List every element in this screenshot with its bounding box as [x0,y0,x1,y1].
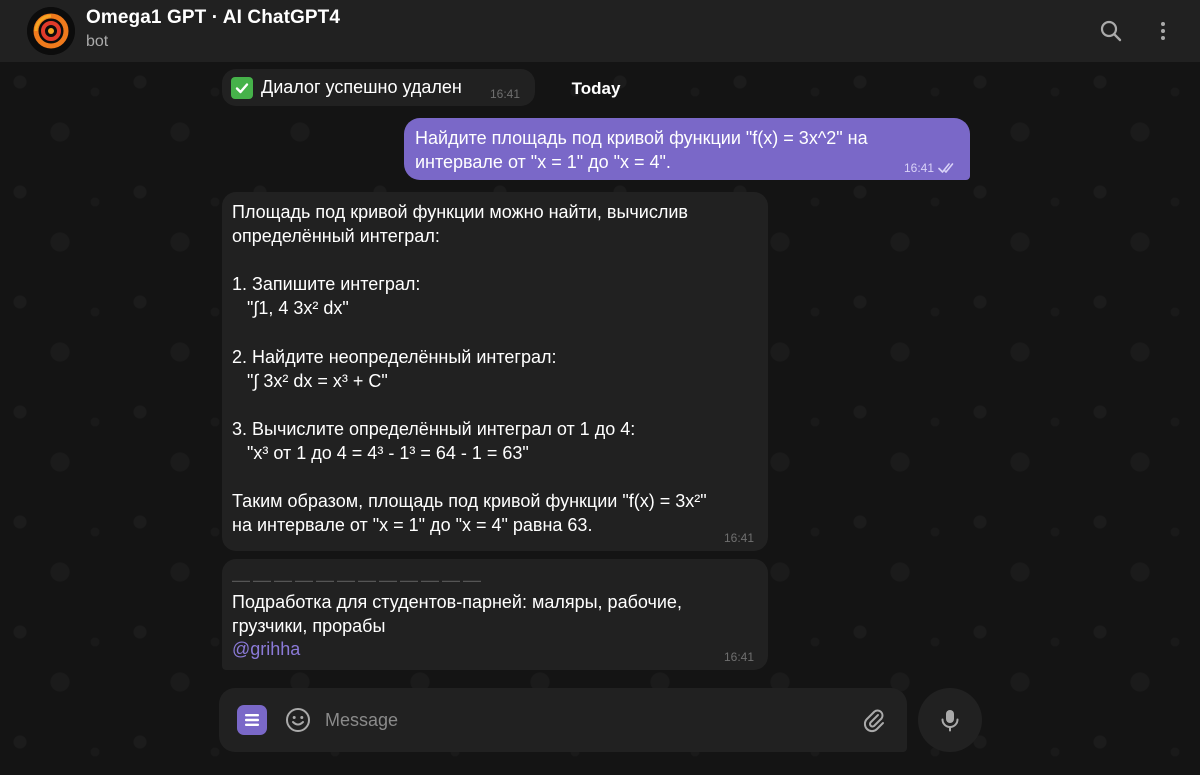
search-button[interactable] [1096,16,1126,46]
date-separator: Today [571,79,621,98]
double-check-icon [938,163,954,173]
outgoing-message[interactable]: Найдите площадь под кривой функции "f(x)… [404,118,970,180]
bot-menu-button[interactable] [237,705,267,735]
service-message: Диалог успешно удален 16:41 [222,69,535,106]
microphone-icon [941,710,959,732]
username-link[interactable]: @grihha [232,639,300,660]
bot-avatar[interactable] [27,7,75,55]
service-message-text: Диалог успешно удален [261,77,462,97]
message-text: Найдите площадь под кривой функции "f(x)… [415,128,868,172]
paperclip-icon [863,709,884,733]
message-composer [219,688,907,752]
message-divider: — — — — — — — — — — — — [232,570,481,590]
message-time: 16:41 [903,161,934,175]
message-time: 16:41 [723,531,754,545]
voice-record-button[interactable] [918,688,982,752]
incoming-message[interactable]: Площадь под кривой функции можно найти, … [222,192,768,551]
message-input[interactable] [325,702,845,738]
attach-button[interactable] [859,705,889,735]
message-text: Площадь под кривой функции можно найти, … [232,202,707,536]
bot-menu-icon [245,714,259,726]
check-mark-icon [231,77,253,99]
omega-spiral-logo-icon [27,7,75,55]
search-icon [1100,20,1122,42]
incoming-message[interactable]: — — — — — — — — — — — — Подработка для с… [222,559,768,670]
more-options-button[interactable] [1148,16,1178,46]
message-time: 16:41 [489,87,520,101]
message-time: 16:41 [723,650,754,664]
chat-header: Omega1 GPT · AI ChatGPT4 bot [0,0,1200,62]
chat-title[interactable]: Omega1 GPT · AI ChatGPT4 [86,7,340,29]
chat-subtitle: bot [86,33,109,50]
emoji-button[interactable] [283,705,313,735]
message-text: Подработка для студентов-парней: маляры,… [232,592,682,637]
smile-icon [286,708,310,732]
more-vertical-icon [1161,22,1165,40]
